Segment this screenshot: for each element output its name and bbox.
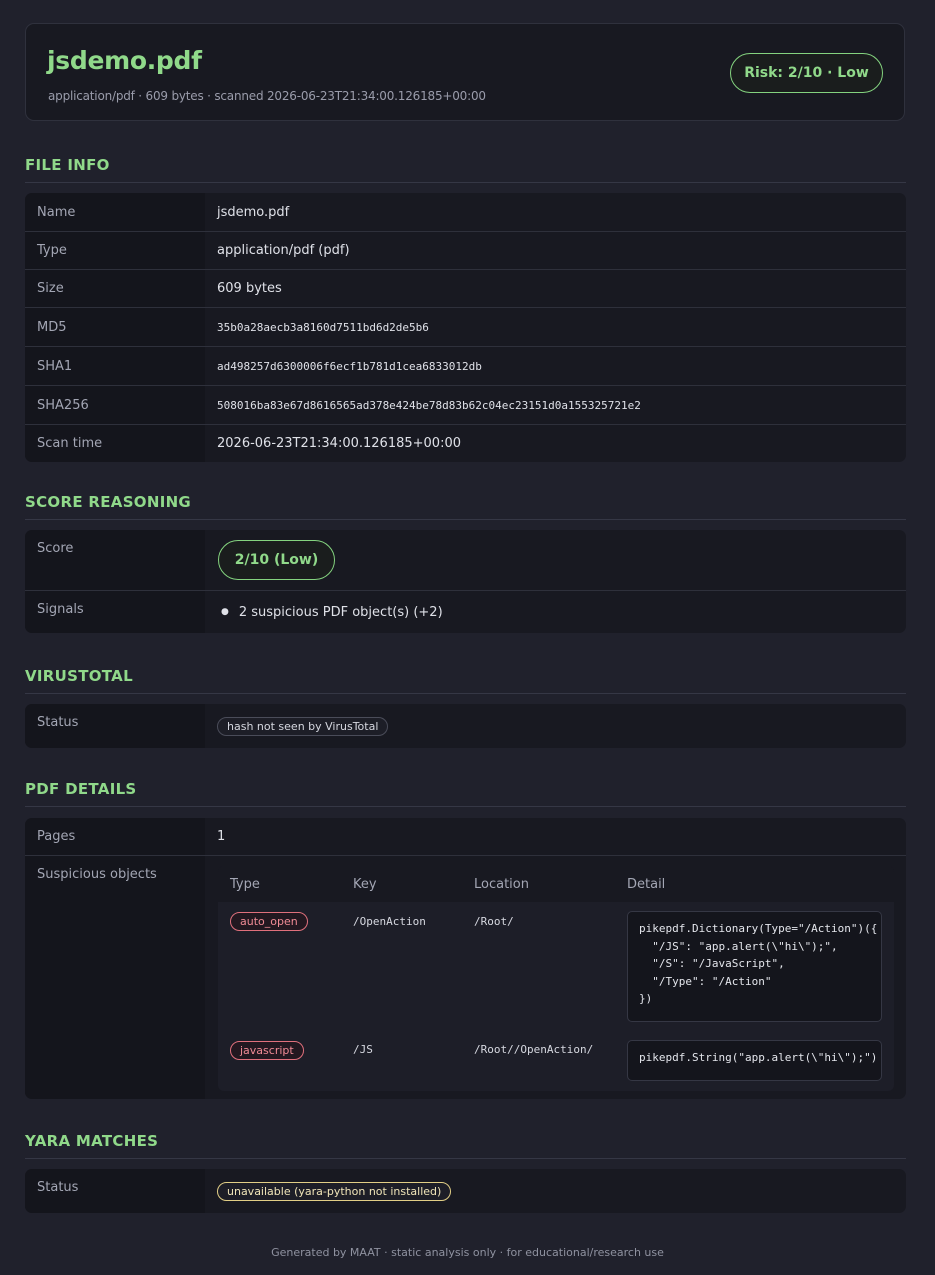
- pdf-table: Pages 1 Suspicious objects Type Key Loca…: [25, 818, 906, 1099]
- row-value: jsdemo.pdf: [217, 204, 290, 220]
- yara-table: Status unavailable (yara-python not inst…: [25, 1169, 906, 1213]
- row-key: MD5: [25, 308, 205, 346]
- row-key: Status: [25, 704, 205, 748]
- object-detail: pikepdf.String("app.alert(\"hi\");"): [627, 1040, 882, 1081]
- type-badge: javascript: [230, 1041, 304, 1060]
- table-header: Type Key Location Detail: [218, 866, 894, 902]
- score-table: Score 2/10 (Low) Signals ● 2 suspicious …: [25, 530, 906, 633]
- section-score-title: SCORE REASONING: [25, 493, 906, 520]
- signals-row: Signals ● 2 suspicious PDF object(s) (+2…: [25, 590, 906, 633]
- row-key: Scan time: [25, 425, 205, 462]
- file-info-row-name: Name jsdemo.pdf: [25, 193, 906, 231]
- vt-status-badge: hash not seen by VirusTotal: [217, 716, 389, 736]
- footer-note: Generated by MAAT · static analysis only…: [271, 1246, 664, 1259]
- suspicious-row: Suspicious objects Type Key Location Det…: [25, 855, 906, 1099]
- report-header: jsdemo.pdf application/pdf · 609 bytes ·…: [25, 23, 905, 121]
- row-value: 2026-06-23T21:34:00.126185+00:00: [217, 436, 461, 451]
- hash-value: 35b0a28aecb3a8160d7511bd6d2de5b6: [217, 320, 429, 334]
- hash-value: ad498257d6300006f6ecf1b781d1cea6833012db: [217, 359, 482, 373]
- type-badge: auto_open: [230, 912, 308, 931]
- vt-status-row: Status hash not seen by VirusTotal: [25, 704, 906, 748]
- file-info-row-sha1: SHA1 ad498257d6300006f6ecf1b781d1cea6833…: [25, 346, 906, 385]
- row-key: SHA256: [25, 386, 205, 424]
- object-key: /OpenAction: [353, 915, 426, 928]
- column-header-key: Key: [353, 876, 377, 892]
- row-value: application/pdf (pdf): [217, 243, 350, 258]
- file-info-row-scan-time: Scan time 2026-06-23T21:34:00.126185+00:…: [25, 424, 906, 462]
- row-key: Size: [25, 270, 205, 307]
- column-header-detail: Detail: [627, 876, 666, 892]
- row-key: Name: [25, 193, 205, 231]
- file-info-row-type: Type application/pdf (pdf): [25, 231, 906, 269]
- file-info-table: Name jsdemo.pdf Type application/pdf (pd…: [25, 193, 906, 462]
- score-row: Score 2/10 (Low): [25, 530, 906, 590]
- file-meta: application/pdf · 609 bytes · scanned 20…: [48, 89, 486, 103]
- object-key: /JS: [353, 1043, 373, 1056]
- row-key: Signals: [25, 591, 205, 633]
- hash-value: 508016ba83e67d8616565ad378e424be78d83b62…: [217, 398, 641, 412]
- table-row: javascript /JS /Root//OpenAction/ pikepd…: [218, 1030, 894, 1090]
- row-key: Score: [25, 530, 205, 590]
- row-key: Type: [25, 232, 205, 269]
- object-location: /Root/: [474, 915, 514, 928]
- object-detail: pikepdf.Dictionary(Type="/Action")({ "/J…: [627, 911, 882, 1022]
- file-title: jsdemo.pdf: [47, 46, 202, 75]
- column-header-type: Type: [230, 876, 260, 892]
- suspicious-objects-table: Type Key Location Detail auto_open /Open…: [218, 866, 894, 1091]
- object-location: /Root//OpenAction/: [474, 1043, 594, 1056]
- yara-status-row: Status unavailable (yara-python not inst…: [25, 1169, 906, 1213]
- row-key: SHA1: [25, 347, 205, 385]
- section-file-info-title: FILE INFO: [25, 156, 906, 183]
- section-virustotal-title: VIRUSTOTAL: [25, 667, 906, 694]
- row-key: Pages: [25, 818, 205, 855]
- file-info-row-md5: MD5 35b0a28aecb3a8160d7511bd6d2de5b6: [25, 307, 906, 346]
- column-header-location: Location: [474, 876, 529, 892]
- pages-value: 1: [217, 829, 226, 844]
- file-info-row-size: Size 609 bytes: [25, 269, 906, 307]
- signal-item: 2 suspicious PDF object(s) (+2): [238, 604, 443, 620]
- row-key: Suspicious objects: [25, 856, 205, 1099]
- pages-row: Pages 1: [25, 818, 906, 855]
- table-row: auto_open /OpenAction /Root/ pikepdf.Dic…: [218, 902, 894, 1030]
- risk-badge: Risk: 2/10 · Low: [730, 53, 883, 93]
- section-pdf-title: PDF DETAILS: [25, 780, 906, 807]
- yara-status-badge: unavailable (yara-python not installed): [217, 1181, 452, 1201]
- virustotal-table: Status hash not seen by VirusTotal: [25, 704, 906, 748]
- score-badge: 2/10 (Low): [218, 540, 335, 580]
- row-key: Status: [25, 1169, 205, 1213]
- file-info-row-sha256: SHA256 508016ba83e67d8616565ad378e424be7…: [25, 385, 906, 424]
- section-yara-title: YARA MATCHES: [25, 1132, 906, 1159]
- bullet-icon: ●: [221, 607, 229, 617]
- row-value: 609 bytes: [217, 281, 282, 296]
